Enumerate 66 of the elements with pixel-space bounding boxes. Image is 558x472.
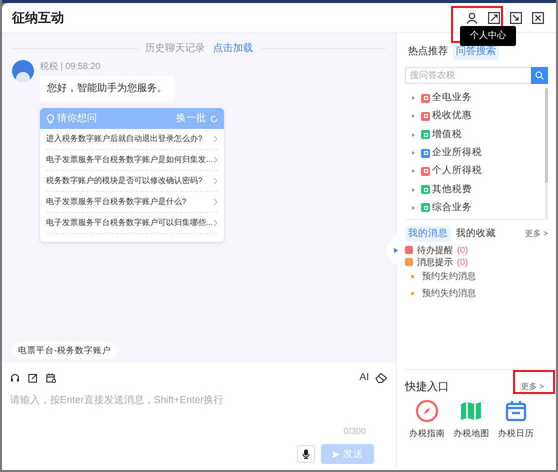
search-field[interactable]: 搜问答农税 xyxy=(405,67,531,84)
quick-entry[interactable]: 办税地图 xyxy=(453,399,490,440)
user-icon[interactable] xyxy=(466,12,478,24)
greeting-bubble: 您好，智能助手为您服务。 xyxy=(40,76,174,101)
tooltip: 个人中心 xyxy=(460,26,516,46)
window-title: 征纳互动 xyxy=(12,8,64,27)
message-item[interactable]: 预约失约消息 xyxy=(422,270,476,284)
calendar-icon[interactable] xyxy=(46,372,56,382)
char-counter: 0/300 xyxy=(343,424,367,438)
quick-more-link[interactable]: 更多 > xyxy=(521,381,544,393)
edit-icon[interactable] xyxy=(28,372,38,382)
search-icon xyxy=(535,71,544,80)
expand-arrow-icon xyxy=(412,96,415,100)
category-item[interactable]: 其他税费 xyxy=(412,180,545,199)
suggest-title: 猜你想问 xyxy=(57,112,97,126)
category-item[interactable]: 个人所得税 xyxy=(412,162,545,180)
assistant-avatar xyxy=(12,60,34,82)
side-tab[interactable]: 热点推荐 xyxy=(405,43,451,60)
chevron-icon xyxy=(213,219,218,227)
more-link[interactable]: 更多 > xyxy=(525,228,548,240)
chevron-icon xyxy=(213,198,218,206)
category-item[interactable]: 税收优惠 xyxy=(412,107,545,126)
lightbulb-icon xyxy=(46,114,55,124)
category-item[interactable]: 增值税 xyxy=(412,126,545,144)
expand-arrow-icon xyxy=(412,169,415,174)
ai-toggle[interactable]: AI xyxy=(360,370,369,385)
message-item[interactable]: 预约失约消息 xyxy=(422,287,476,301)
chevron-icon xyxy=(213,177,218,185)
expand-arrow-icon xyxy=(412,206,415,210)
highlight-frame xyxy=(513,370,555,394)
send-icon xyxy=(332,450,340,458)
category-item[interactable]: 全电业务 xyxy=(412,89,545,108)
quick-title: 快捷入口 xyxy=(405,380,449,395)
chevron-icon xyxy=(213,156,218,164)
load-history-link[interactable]: 点击加载 xyxy=(213,41,253,56)
notice-label[interactable]: 消息提示 xyxy=(417,256,453,270)
expand-arrow-icon xyxy=(412,114,415,118)
history-label: 历史聊天记录 xyxy=(145,42,205,56)
expand-arrow-icon xyxy=(412,188,415,192)
headset-icon[interactable] xyxy=(10,372,20,382)
microphone-icon xyxy=(302,449,310,459)
bullet-icon xyxy=(411,275,414,278)
compass-icon xyxy=(415,399,440,424)
expand-arrow-icon xyxy=(412,132,415,137)
search-button[interactable] xyxy=(531,67,548,84)
notice-count: (0) xyxy=(457,256,468,269)
calendar-icon xyxy=(504,399,528,424)
quick-entry[interactable]: 办税日历 xyxy=(498,399,534,440)
notice-label[interactable]: 待办提醒 xyxy=(417,244,453,258)
message-tab[interactable]: 我的收藏 xyxy=(453,226,499,242)
sender-info: 税税 | 09:58:20 xyxy=(40,60,102,72)
message-input[interactable]: 请输入，按Enter直接发送消息，Shift+Enter换行 xyxy=(10,393,388,408)
category-item[interactable]: 企业所得税 xyxy=(412,144,545,162)
close-icon[interactable] xyxy=(532,12,544,24)
minimize-icon[interactable] xyxy=(510,12,522,24)
category-item[interactable]: 综合业务 xyxy=(412,198,545,218)
quick-entry[interactable]: 办税指南 xyxy=(409,399,446,440)
notice-count: (0) xyxy=(457,244,468,257)
expand-icon[interactable] xyxy=(488,12,500,24)
chevron-icon xyxy=(213,135,218,143)
eraser-icon[interactable] xyxy=(375,372,388,383)
bullet-icon xyxy=(411,292,414,296)
refresh-icon xyxy=(210,114,218,122)
context-chip[interactable]: 电票平台-税务数字账户 xyxy=(12,342,117,359)
microphone-button[interactable] xyxy=(297,445,315,463)
expand-arrow-icon xyxy=(412,151,415,156)
